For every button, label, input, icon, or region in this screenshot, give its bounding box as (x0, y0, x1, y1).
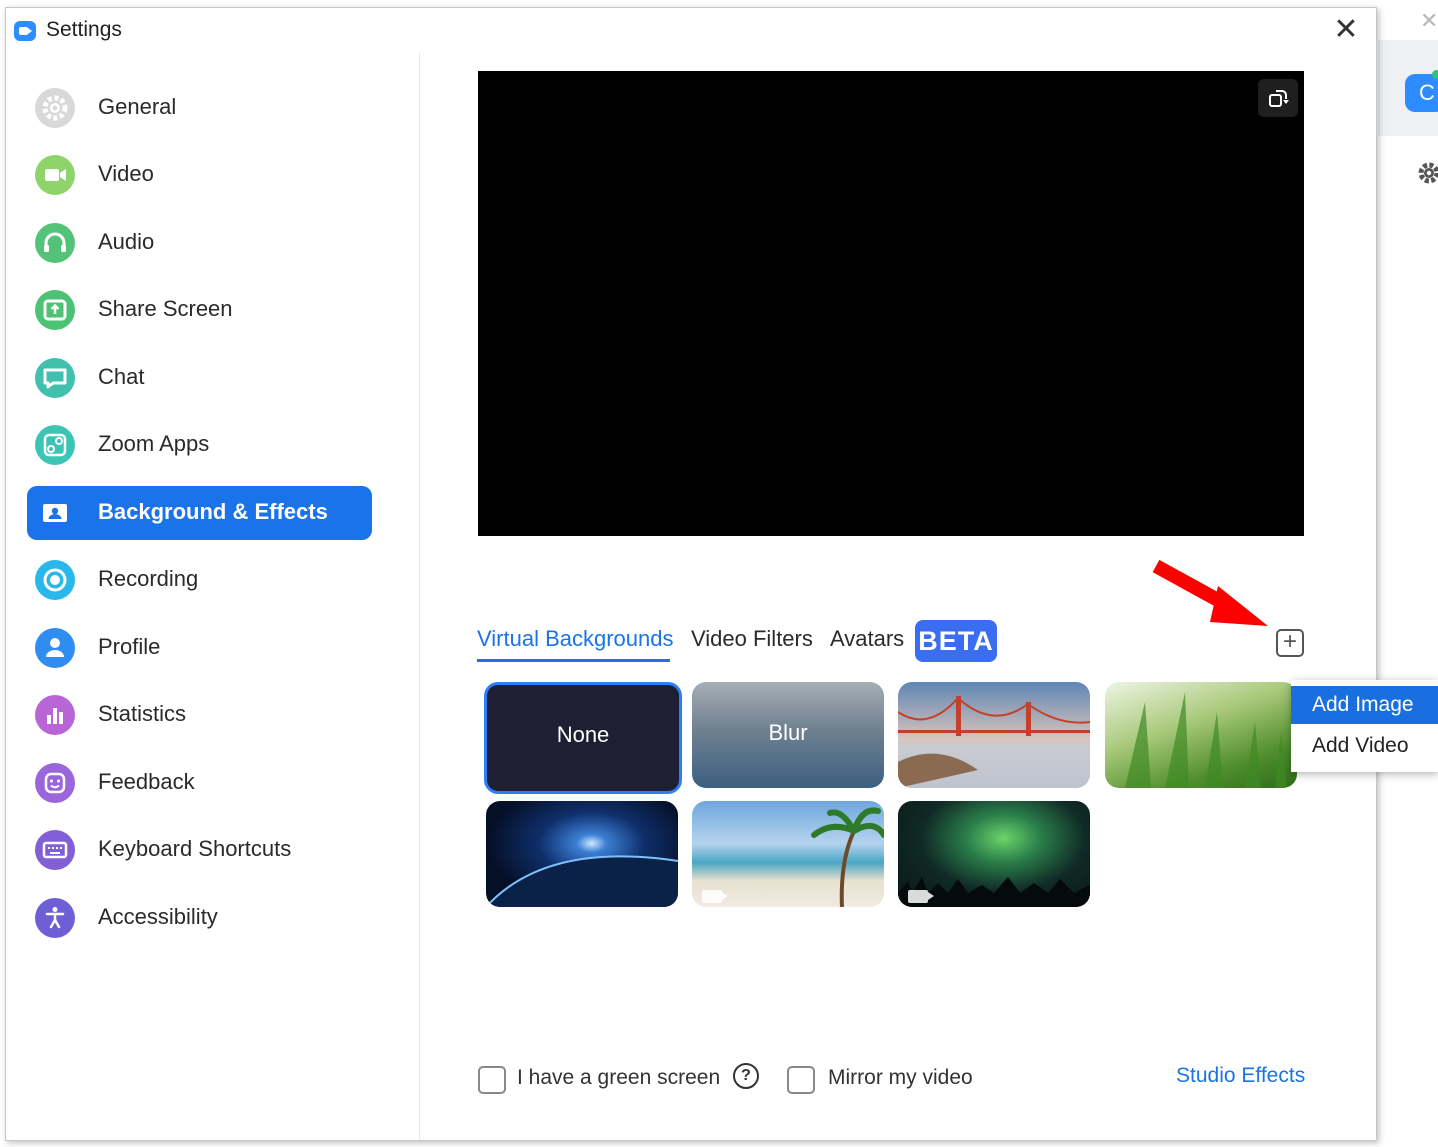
tab-video-filters[interactable]: Video Filters (691, 626, 813, 652)
title-bar: Settings ✕ (6, 8, 1376, 52)
background-option-label: None (556, 722, 610, 747)
share-screen-icon (35, 290, 75, 330)
background-app-close-icon[interactable]: ✕ (1420, 8, 1438, 34)
video-camera-icon (35, 155, 75, 195)
background-app-gear-icon[interactable] (1416, 160, 1438, 186)
tab-virtual-backgrounds[interactable]: Virtual Backgrounds (477, 626, 674, 652)
studio-effects-link[interactable]: Studio Effects (1176, 1064, 1305, 1088)
accessibility-icon (35, 898, 75, 938)
sidebar-item-label: Zoom Apps (98, 431, 210, 456)
sidebar-item-label: Statistics (98, 701, 187, 726)
sidebar-item-background-effects[interactable]: Background & Effects (27, 486, 372, 540)
background-option-aurora[interactable] (898, 801, 1090, 907)
video-preview (478, 71, 1304, 536)
sidebar-item-recording[interactable]: Recording (27, 553, 372, 607)
sidebar-item-accessibility[interactable]: Accessibility (27, 891, 372, 945)
chat-bubble-icon (35, 358, 75, 398)
sidebar-item-share-screen[interactable]: Share Screen (27, 283, 372, 337)
background-portrait-icon (35, 493, 75, 533)
help-icon[interactable]: ? (733, 1063, 759, 1089)
sidebar-item-label: Profile (98, 634, 161, 659)
sidebar-item-feedback[interactable]: Feedback (27, 756, 372, 810)
background-app-avatar[interactable]: C (1405, 74, 1438, 112)
background-option-none[interactable]: None (484, 682, 682, 794)
sidebar-item-label: Share Screen (98, 296, 233, 321)
rotate-camera-button[interactable] (1258, 79, 1298, 117)
online-status-dot (1432, 70, 1438, 79)
sidebar-item-label: Feedback (98, 769, 195, 794)
active-tab-underline (477, 659, 670, 662)
sidebar-item-label: Video (98, 161, 154, 186)
settings-sidebar: General Video Audio Share Screen Chat Zo… (6, 52, 420, 1140)
beta-badge: BETA (915, 620, 997, 662)
record-icon (35, 560, 75, 600)
add-background-menu: Add Image Add Video (1291, 680, 1438, 772)
sidebar-item-chat[interactable]: Chat (27, 351, 372, 405)
green-screen-checkbox[interactable] (478, 1066, 506, 1094)
window-title: Settings (46, 18, 122, 41)
keyboard-icon (35, 830, 75, 870)
close-window-button[interactable]: ✕ (1330, 14, 1362, 46)
annotation-arrow-icon (1152, 559, 1268, 626)
tab-avatars[interactable]: Avatars (830, 626, 904, 652)
video-badge-icon (908, 890, 934, 903)
sidebar-item-label: Accessibility (98, 904, 218, 929)
menu-item-add-image[interactable]: Add Image (1291, 686, 1438, 724)
sidebar-item-label: Audio (98, 229, 155, 254)
bar-chart-icon (35, 695, 75, 735)
menu-item-add-video[interactable]: Add Video (1291, 727, 1438, 765)
background-option-label: Blur (768, 720, 808, 745)
sidebar-item-profile[interactable]: Profile (27, 621, 372, 675)
sidebar-item-audio[interactable]: Audio (27, 216, 372, 270)
background-option-grass[interactable] (1105, 682, 1297, 788)
sidebar-item-general[interactable]: General (27, 81, 372, 135)
background-option-earth[interactable] (486, 801, 678, 907)
headphones-icon (35, 223, 75, 263)
background-option-golden-gate-bridge[interactable] (898, 682, 1090, 788)
user-icon (35, 628, 75, 668)
sidebar-item-video[interactable]: Video (27, 148, 372, 202)
sidebar-item-label: Background & Effects (98, 499, 328, 524)
mirror-video-label: Mirror my video (828, 1066, 973, 1089)
rotate-icon (1269, 90, 1289, 107)
sidebar-item-statistics[interactable]: Statistics (27, 688, 372, 742)
mirror-video-checkbox[interactable] (787, 1066, 815, 1094)
add-background-button[interactable]: + (1276, 629, 1304, 657)
smile-icon (35, 763, 75, 803)
sidebar-item-label: Keyboard Shortcuts (98, 836, 292, 861)
sidebar-item-label: Recording (98, 566, 199, 591)
sidebar-item-keyboard-shortcuts[interactable]: Keyboard Shortcuts (27, 823, 372, 877)
gear-icon (35, 88, 75, 128)
zoom-app-icon (14, 21, 36, 41)
golden-gate-bridge-image (898, 696, 1090, 788)
sidebar-item-zoom-apps[interactable]: Zoom Apps (27, 418, 372, 472)
apps-icon (35, 425, 75, 465)
video-badge-icon (702, 890, 728, 903)
sidebar-item-label: Chat (98, 364, 145, 389)
background-option-blur[interactable]: Blur (692, 682, 884, 788)
earth-from-space-image (486, 855, 678, 907)
background-option-beach[interactable] (692, 801, 884, 907)
sidebar-item-label: General (98, 94, 177, 119)
grass-image (1125, 692, 1287, 788)
green-screen-label: I have a green screen (517, 1066, 721, 1089)
